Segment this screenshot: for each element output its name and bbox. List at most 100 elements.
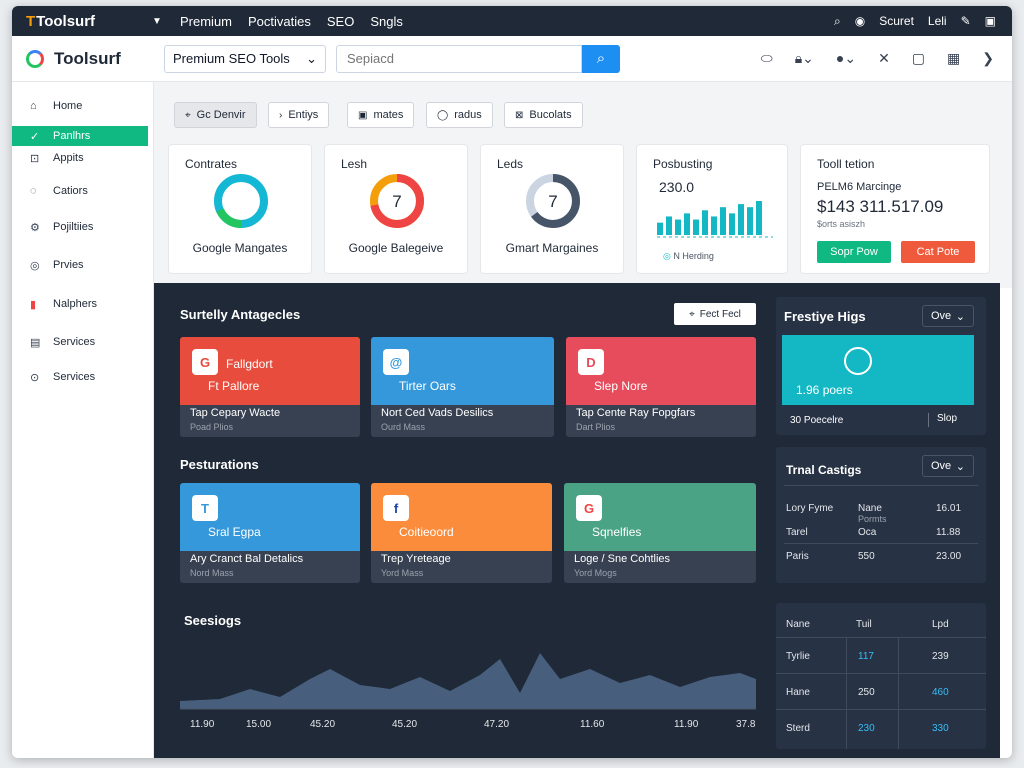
chip-gc-denvir[interactable]: ⌖ Gc Denvir [174, 102, 257, 128]
edit-icon[interactable]: ✎ [961, 14, 971, 28]
tile-sral-egpa[interactable]: T Sral Egpa Ary Cranct Bal Detalics Nord… [180, 483, 360, 583]
apps-icon: ⊡ [30, 152, 40, 165]
table-cell: 330 [932, 723, 949, 734]
sidebar-item-appits[interactable]: ⊡ Appits [12, 148, 148, 168]
tile-subtext: Yord Mass [381, 568, 424, 578]
menu-right-leli[interactable]: Leli [928, 14, 947, 28]
menu-item-sngls[interactable]: Sngls [370, 14, 403, 29]
table-cell: Lory Fyme [786, 503, 834, 514]
tile-tirter-oars[interactable]: @ Tirter Oars Nort Ced Vads Desilics Our… [371, 337, 554, 437]
sidebar-item-services-2[interactable]: ⊙ Services [12, 367, 148, 387]
brand-label: Toolsurf [36, 12, 96, 30]
x-tick: 45.20 [392, 719, 417, 730]
panel-dropdown[interactable]: Ove ⌄ [922, 455, 974, 477]
sidebar-item-services[interactable]: ▤ Services [12, 332, 148, 352]
mini-bar [747, 207, 753, 235]
card-title: Leds [497, 157, 524, 171]
lock-icon[interactable]: 🔒︎⌄ [795, 50, 814, 67]
menubar-brand[interactable]: T Toolsurf [26, 13, 144, 30]
tile-sqnelfies[interactable]: G Sqnelfies Loge / Sne Cohtlies Yord Mog… [564, 483, 756, 583]
chip-entiys[interactable]: › Entiys [268, 102, 330, 128]
list-icon: ▤ [30, 336, 41, 349]
section-title: Pesturations [180, 457, 259, 472]
close-icon[interactable]: ✕ [878, 50, 890, 67]
sidebar-item-nalphers[interactable]: ▮ Nalphers [12, 294, 148, 314]
user-icon[interactable]: ◉ [855, 14, 865, 28]
sidebar-item-pojiltiies[interactable]: ⚙ Pojiltiies [12, 217, 148, 237]
tile-text: Nort Ced Vads Desilics [381, 407, 494, 419]
main-top: ⌖ Gc Denvir › Entiys ▣ mates ◯ radus ⊠ Bucola… [154, 82, 1012, 288]
sidebar-item-label: Appits [53, 152, 84, 164]
divider [846, 637, 847, 749]
sidebar-item-label: Nalphers [53, 298, 98, 310]
sidebar-item-prvies[interactable]: ◎ Prvies [12, 255, 148, 275]
clipboard-icon[interactable]: ▢ [912, 50, 925, 67]
toolbar-logo[interactable]: Toolsurf [12, 49, 164, 69]
window-icon[interactable]: ▣ [985, 14, 996, 28]
table-cell: 550 [858, 551, 875, 562]
donut-chart-2: 7 [370, 174, 424, 228]
menu-right-scuret[interactable]: Scuret [879, 14, 914, 28]
tile-icon: @ [383, 349, 409, 375]
chevron-right-icon: › [279, 109, 283, 121]
tool-select[interactable]: Premium SEO Tools ⌄ [164, 44, 326, 73]
x-tick: 11.90 [190, 719, 215, 730]
toggle-icon[interactable]: ⬭ [761, 50, 773, 67]
tile-subtext: Nord Mass [190, 568, 234, 578]
search-input[interactable] [336, 44, 582, 73]
x-tick: 37.8 [736, 719, 756, 730]
chip-radus[interactable]: ◯ radus [426, 102, 493, 128]
card-title: Lesh [341, 157, 368, 171]
menu-item-seo[interactable]: SEO [327, 14, 354, 29]
tile-icon: T [192, 495, 218, 521]
info-icon[interactable]: ●⌄ [836, 50, 856, 67]
card-price: $143 311.517.09 [817, 197, 944, 216]
sidebar-item-catiors[interactable]: ◌ Catiors [12, 181, 148, 201]
chip-mates[interactable]: ▣ mates [347, 102, 415, 128]
menu-item-premium[interactable]: Premium [180, 14, 232, 29]
card-subtitle: PELM6 Marcinge [817, 181, 902, 193]
tile-slep-nore[interactable]: D Slep Nore Tap Cente Ray Fopgfars Dart … [566, 337, 756, 437]
panel-dropdown[interactable]: Ove ⌄ [922, 305, 974, 327]
tile-coitieoord[interactable]: f Coitieoord Trep Yreteage Yord Mass [371, 483, 552, 583]
chip-bucolats[interactable]: ⊠ Bucolats [504, 102, 583, 128]
search-button[interactable]: ⌕ [582, 44, 620, 73]
menubar: T Toolsurf ▼ Premium Poctivaties SEO Sngl… [12, 6, 1012, 36]
card-posbusting: Posbusting 230.0 ◎ N Herding [636, 144, 788, 274]
tile-subtext: Poad Plios [190, 422, 234, 432]
mini-bar [738, 204, 744, 235]
table-header: Lpd [932, 619, 949, 630]
tile-sub-label: Ft Pallore [208, 379, 260, 393]
card-leds: Leds 7 Gmart Margaines [480, 144, 624, 274]
x-axis-ticks: 11.90 15.00 45.20 45.20 47.20 11.60 11.9… [190, 719, 756, 730]
grid-icon[interactable]: ▦ [947, 50, 960, 67]
tile-fallgdort[interactable]: G Fallgdort Ft Pallore Tap Cepary Wacte … [180, 337, 360, 437]
sopr-pow-button[interactable]: Sopr Pow [817, 241, 891, 263]
teal-card[interactable]: 1.96 poers [782, 335, 974, 405]
sidebar-item-home[interactable]: ⌂ Home [12, 96, 148, 116]
menu-item-poctivaties[interactable]: Poctivaties [248, 14, 311, 29]
mini-bar [720, 207, 726, 235]
twitter-icon[interactable]: ❯ [982, 50, 994, 67]
tile-label: Sral Egpa [208, 525, 261, 539]
table-header: Nane [786, 619, 810, 630]
legend-label: N Herding [673, 251, 714, 261]
sidebar-item-label: Services [53, 336, 96, 348]
table-cell: 117 [858, 651, 874, 662]
brand-t-icon: T [26, 12, 36, 30]
chevron-down-icon[interactable]: ▼ [144, 16, 170, 27]
chip-label: Entiys [288, 109, 319, 121]
panel-footer-right[interactable]: Slop [928, 413, 957, 427]
cat-pote-button[interactable]: Cat Pote [901, 241, 975, 263]
search-icon[interactable]: ⌕ [834, 14, 841, 29]
card-title: Posbusting [653, 157, 713, 171]
mini-bar [756, 201, 762, 235]
mini-bar-chart [657, 201, 773, 238]
table-cell: Tarel [786, 527, 808, 538]
area-chart: 11.90 15.00 45.20 45.20 47.20 11.60 11.9… [180, 653, 756, 730]
feed-button[interactable]: ⌖ Fect Fecl [674, 303, 756, 325]
pin-icon: ⌖ [185, 109, 191, 121]
card-lesh: Lesh 7 Google Balegeive [324, 144, 468, 274]
sidebar-item-panlhrs[interactable]: ✓ Panlhrs [12, 126, 148, 146]
table-cell: 23.00 [936, 551, 962, 562]
